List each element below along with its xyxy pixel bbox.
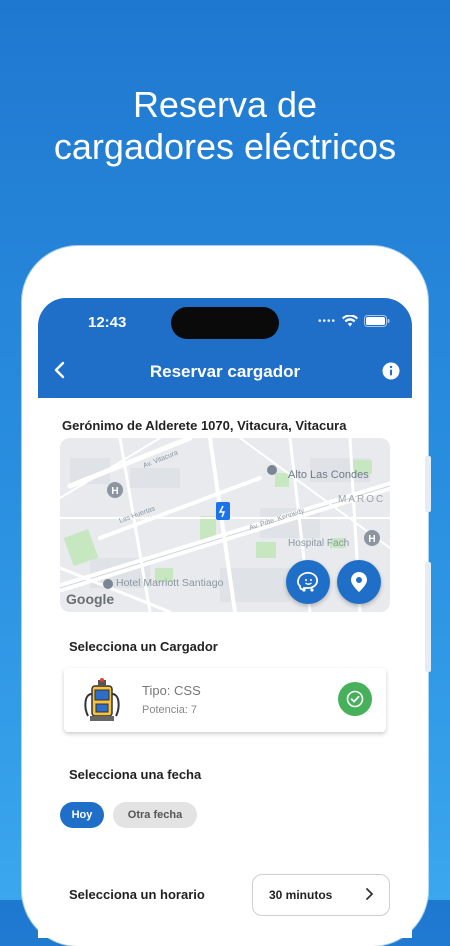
page-title: Reservar cargador [149, 362, 301, 381]
charger-address: Gerónimo de Alderete 1070, Vitacura, Vit… [62, 418, 347, 433]
svg-text:Hospital Fach: Hospital Fach [288, 538, 349, 549]
charger-section-title: Selecciona un Cargador [69, 639, 218, 654]
wifi-icon [342, 315, 358, 327]
duration-select[interactable]: 30 minutos [252, 874, 390, 916]
signal-dots-icon: •••• [317, 315, 336, 327]
charger-option[interactable]: Tipo: CSS Potencia: 7 [64, 668, 386, 732]
svg-text:Google: Google [66, 591, 114, 607]
svg-text:Hotel Marriott Santiago: Hotel Marriott Santiago [116, 577, 224, 589]
date-chip-today[interactable]: Hoy [60, 802, 104, 828]
app-screen: 12:43 •••• Reservar cargador Gerónimo de… [38, 298, 412, 938]
info-icon[interactable] [382, 362, 400, 380]
charger-station-icon [84, 678, 120, 721]
headline-line-2: cargadores eléctricos [53, 126, 397, 167]
promo-headline: Reserva de cargadores eléctricos [0, 84, 450, 168]
svg-text:H: H [368, 534, 375, 545]
chevron-right-icon [366, 888, 374, 900]
date-section-title: Selecciona una fecha [69, 767, 202, 782]
svg-text:Alto Las Condes: Alto Las Condes [288, 469, 369, 481]
svg-text:H: H [111, 486, 118, 497]
directions-button[interactable] [337, 560, 381, 604]
date-chip-other[interactable]: Otra fecha [113, 802, 197, 828]
dynamic-island [171, 307, 279, 339]
selected-check-icon [338, 682, 372, 716]
battery-icon [364, 315, 390, 327]
phone-side-button [425, 562, 431, 672]
svg-text:MAROC: MAROC [338, 494, 385, 505]
waze-icon [297, 571, 318, 592]
charger-type: Tipo: CSS [142, 683, 201, 698]
location-pin-icon [351, 572, 367, 592]
phone-side-button [425, 456, 431, 512]
headline-line-1: Reserva de [132, 84, 318, 125]
location-map[interactable]: H H Alto Las Condes MAROC Hospital Fach … [60, 438, 390, 612]
status-time: 12:43 [88, 314, 127, 331]
waze-button[interactable] [286, 560, 330, 604]
app-bar: 12:43 •••• Reservar cargador [38, 298, 412, 398]
charger-power: Potencia: 7 [142, 704, 198, 716]
phone-frame: 12:43 •••• Reservar cargador Gerónimo de… [22, 246, 431, 946]
status-icons: •••• [318, 315, 390, 327]
